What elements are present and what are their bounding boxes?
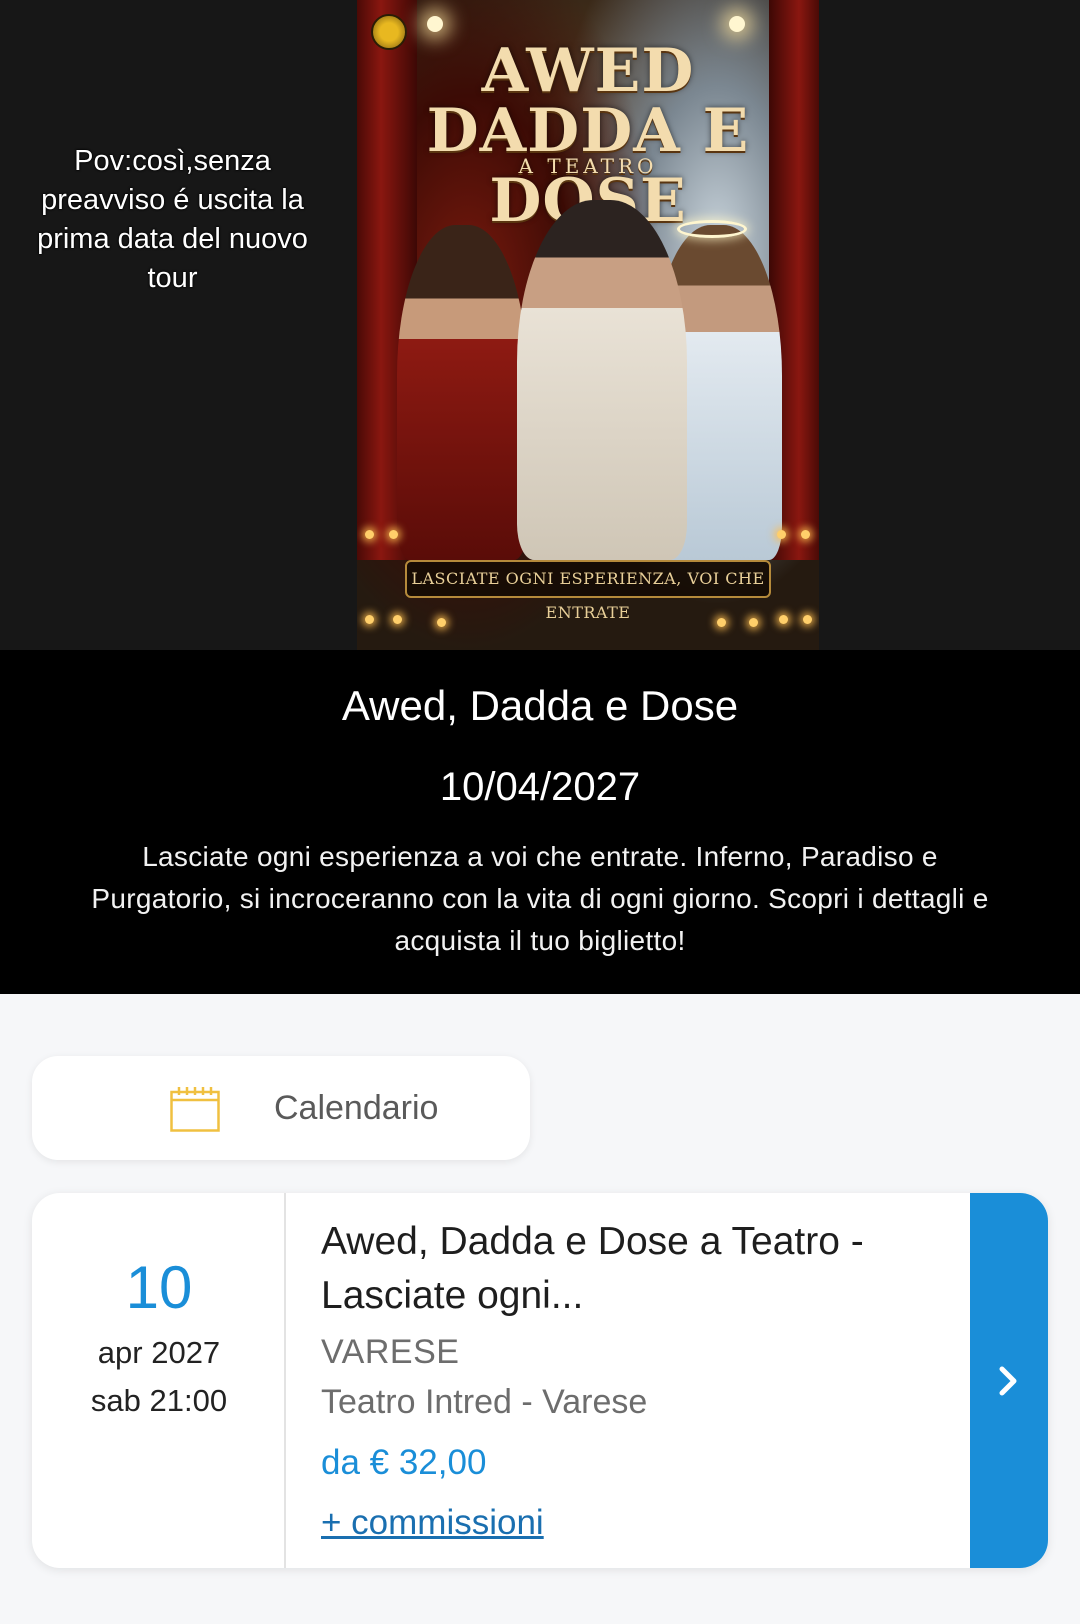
event-weekday-time: sab 21:00 xyxy=(90,1383,228,1418)
poster-bulb xyxy=(717,618,726,627)
event-card-title: Awed, Dadda e Dose a Teatro - Lasciate o… xyxy=(321,1220,864,1317)
event-day: 10 xyxy=(125,1254,193,1321)
poster-halo xyxy=(677,220,747,238)
calendar-label: Calendario xyxy=(274,1089,439,1127)
hero-section: Pov:così,senza preavviso é uscita la pri… xyxy=(0,0,1080,650)
poster-bulb xyxy=(803,615,812,624)
poster-subtitle: A TEATRO xyxy=(518,154,658,178)
poster-figure-devil xyxy=(397,225,527,560)
event-title: Awed, Dadda e Dose xyxy=(341,682,739,729)
poster-banner: LASCIATE OGNI ESPERIENZA, VOI CHE ENTRAT… xyxy=(405,560,771,622)
event-venue: Teatro Intred - Varese xyxy=(321,1383,648,1421)
poster-bulb xyxy=(393,615,402,624)
poster-spotlight xyxy=(427,16,443,32)
event-date: 10/04/2027 xyxy=(439,765,641,809)
poster-bulb xyxy=(365,530,374,539)
poster-bulb xyxy=(777,530,786,539)
poster-bulb xyxy=(749,618,758,627)
open-event-button[interactable] xyxy=(970,1193,1048,1568)
event-card-date: 10 apr 2027 sab 21:00 xyxy=(32,1193,286,1568)
poster-spotlight xyxy=(729,16,745,32)
event-month-year: apr 2027 xyxy=(97,1335,221,1370)
poster-bulb xyxy=(779,615,788,624)
event-description: Lasciate ogni esperienza a voi che entra… xyxy=(91,841,989,956)
fees-link[interactable]: + commissioni xyxy=(321,1499,544,1547)
poster-bulb xyxy=(801,530,810,539)
overlay-caption: Pov:così,senza preavviso é uscita la pri… xyxy=(37,145,308,294)
calendar-button[interactable]: Calendario xyxy=(32,1056,530,1160)
poster-bulb xyxy=(389,530,398,539)
event-card-details: Awed, Dadda e Dose a Teatro - Lasciate o… xyxy=(321,1215,961,1547)
event-card[interactable]: 10 apr 2027 sab 21:00 Awed, Dadda e Dose… xyxy=(32,1193,1048,1568)
event-price: da € 32,00 xyxy=(321,1443,487,1482)
calendar-icon xyxy=(170,1087,220,1132)
poster-figure-center xyxy=(517,200,687,560)
poster-bulb xyxy=(365,615,374,624)
event-city: VARESE xyxy=(321,1333,460,1371)
chevron-right-icon xyxy=(999,1366,1017,1395)
event-poster: AWED DADDA E DOSE A TEATRO LASCIATE OGNI… xyxy=(357,0,819,650)
event-info: Awed, Dadda e Dose 10/04/2027 Lasciate o… xyxy=(0,650,1080,994)
poster-bulb xyxy=(437,618,446,627)
